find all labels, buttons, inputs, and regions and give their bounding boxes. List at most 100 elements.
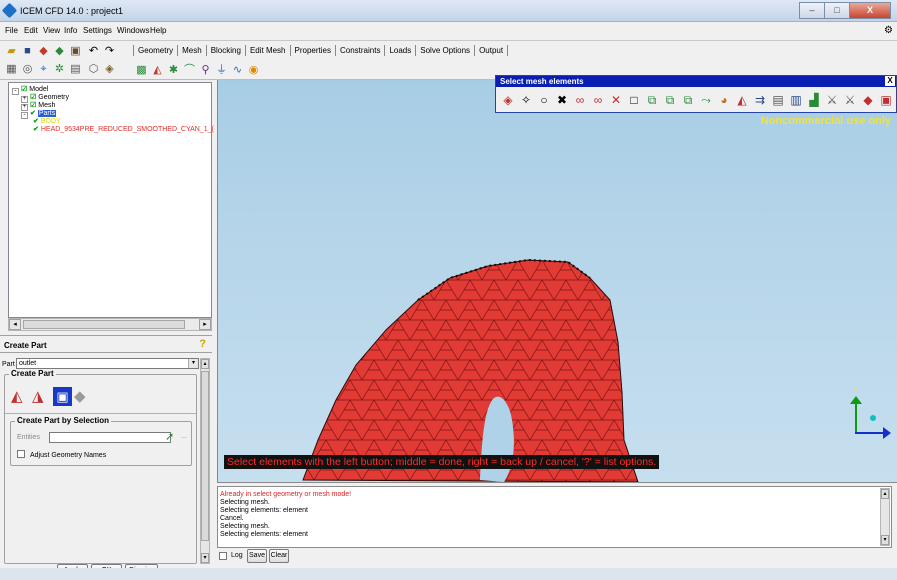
tab-properties[interactable]: Properties (291, 45, 336, 56)
tab-loads[interactable]: Loads (385, 45, 417, 56)
scroll-down-icon[interactable]: ▾ (881, 535, 889, 545)
select-point-icon[interactable]: ✧ (517, 92, 535, 108)
redo-icon[interactable]: ↷ (102, 44, 117, 59)
part-name-field[interactable]: outlet ▾ (16, 358, 199, 369)
select-neighbor-icon[interactable]: ⇉ (751, 92, 769, 108)
shade-icon[interactable]: ⬡ (86, 62, 101, 77)
select-edge-icon[interactable]: ⚔ (841, 92, 859, 108)
globe-icon[interactable]: ◉ (246, 63, 261, 78)
checkbox-icon[interactable]: ☑ (30, 94, 36, 101)
select-volume-icon[interactable]: ◆ (859, 92, 877, 108)
expand-toggle[interactable]: - (21, 112, 28, 119)
select-cross-icon[interactable]: ✖ (553, 92, 571, 108)
chevron-down-icon[interactable]: ▾ (188, 359, 198, 368)
graphics-viewport[interactable]: Noncommercial use only Y Select elements… (217, 80, 897, 482)
create-part-by-element-icon[interactable]: ◮ (32, 387, 51, 406)
select-flood-icon[interactable]: ⤳ (697, 92, 715, 108)
tab-geometry[interactable]: Geometry (133, 45, 179, 56)
menu-settings[interactable]: Settings (83, 26, 112, 35)
select-subset-icon[interactable]: ▟ (805, 92, 823, 108)
spline-icon[interactable]: ∿ (230, 63, 245, 78)
select-box-icon[interactable]: □ (625, 92, 643, 108)
minimize-button[interactable]: – (799, 2, 825, 19)
select-elements-icon[interactable]: ▣ (877, 92, 895, 108)
create-part-by-selection-icon[interactable]: ▣ (53, 387, 72, 406)
open-folder-icon[interactable]: ▰ (4, 44, 19, 59)
select-circle-icon[interactable]: ○ (535, 92, 553, 108)
menu-windows[interactable]: Windows (117, 26, 149, 35)
help-icon[interactable]: ? (199, 338, 206, 350)
import-mesh-icon[interactable]: ◆ (52, 44, 67, 59)
tab-solve-options[interactable]: Solve Options (416, 45, 476, 56)
select-all-icon[interactable]: ⧉ (643, 92, 661, 108)
probe-icon[interactable]: ⚲ (198, 63, 213, 78)
tab-output[interactable]: Output (475, 45, 509, 56)
scroll-right-icon[interactable]: ▸ (199, 319, 211, 330)
menu-info[interactable]: Info (64, 26, 77, 35)
adjust-geometry-row[interactable]: Adjust Geometry Names (17, 450, 106, 459)
select-list-icon[interactable]: ▤ (769, 92, 787, 108)
menu-view[interactable]: View (43, 26, 60, 35)
select-arrow-icon[interactable]: ➚ (165, 430, 174, 443)
clear-log-button[interactable]: Clear (269, 549, 289, 563)
zoom-icon[interactable]: ◎ (20, 62, 35, 77)
entities-field[interactable] (49, 432, 171, 443)
message-scrollbar[interactable]: ▴ ▾ (880, 488, 890, 546)
menu-file[interactable]: File (5, 26, 18, 35)
select-items-icon[interactable]: ◈ (499, 92, 517, 108)
tab-blocking[interactable]: Blocking (207, 45, 246, 56)
select-by-part-icon[interactable]: ◭ (733, 92, 751, 108)
tree-item-head[interactable]: ✔ HEAD_9534PRE_REDUCED_SMOOTHED_CYAN_1_( (33, 125, 214, 133)
save-icon[interactable]: ■ (20, 44, 35, 59)
select-polygon-icon[interactable]: ∞ (571, 92, 589, 108)
node-icon[interactable]: ✱ (166, 63, 181, 78)
ellipsis-button[interactable]: ... (181, 433, 187, 440)
mesh-display-icon[interactable]: ◈ (102, 62, 117, 77)
checkbox-icon[interactable]: ☑ (30, 102, 36, 109)
scroll-down-icon[interactable]: ▾ (201, 553, 209, 563)
tree-horizontal-scrollbar[interactable]: ◂ ▸ (8, 318, 212, 331)
gear-icon[interactable]: ⚙ (884, 25, 893, 36)
menu-edit[interactable]: Edit (24, 26, 38, 35)
expand-toggle[interactable]: - (12, 88, 19, 95)
fit-window-icon[interactable]: ▦ (4, 62, 19, 77)
create-part-icon[interactable]: ◭ (11, 387, 30, 406)
scroll-thumb[interactable] (23, 320, 185, 329)
checkbox-icon[interactable]: ✔ (30, 110, 36, 117)
adjust-geometry-checkbox[interactable] (17, 450, 25, 458)
quality-icon[interactable]: ▩ (134, 63, 149, 78)
scroll-up-icon[interactable]: ▴ (881, 489, 889, 499)
close-button[interactable]: X (849, 2, 891, 19)
save-log-button[interactable]: Save (247, 549, 267, 563)
select-polygon-cross-icon[interactable]: ∞ (589, 92, 607, 108)
tab-edit-mesh[interactable]: Edit Mesh (246, 45, 291, 56)
scroll-up-icon[interactable]: ▴ (201, 359, 209, 369)
checkbox-icon[interactable]: ✔ (33, 126, 39, 133)
measure-icon[interactable]: ⌖ (36, 62, 51, 77)
mesh-surface[interactable] (302, 259, 639, 482)
tab-mesh[interactable]: Mesh (178, 45, 207, 56)
save-mesh-icon[interactable]: ▣ (68, 44, 83, 59)
select-by-type-icon[interactable]: ◕ (715, 92, 733, 108)
select-part-icon[interactable]: ⧉ (679, 92, 697, 108)
select-layer-icon[interactable]: ▥ (787, 92, 805, 108)
checkbox-icon[interactable]: ☑ (21, 86, 27, 93)
import-geometry-icon[interactable]: ◆ (36, 44, 51, 59)
create-part-disabled-icon[interactable]: ◆ (74, 387, 93, 406)
wireframe-icon[interactable]: ✲ (52, 62, 67, 77)
undo-icon[interactable]: ↶ (86, 44, 101, 59)
mesh-check-icon[interactable]: ◭ (150, 63, 165, 78)
tree-item-body[interactable]: ✔ BODY (33, 117, 61, 125)
cut-plane-icon[interactable]: ⏚ (214, 63, 229, 78)
log-checkbox[interactable] (219, 552, 227, 560)
select-surface-icon[interactable]: ⚔ (823, 92, 841, 108)
scroll-left-icon[interactable]: ◂ (9, 319, 21, 330)
display-icon[interactable]: ▤ (68, 62, 83, 77)
maximize-button[interactable]: □ (824, 2, 850, 19)
curve-icon[interactable]: ⌒ (182, 63, 197, 78)
panel-vertical-scrollbar[interactable]: ▴ ▾ (200, 358, 210, 564)
mesh-canvas[interactable] (218, 80, 897, 482)
tab-constraints[interactable]: Constraints (336, 45, 386, 56)
deselect-icon[interactable]: ✕ (607, 92, 625, 108)
menu-help[interactable]: Help (150, 26, 166, 35)
